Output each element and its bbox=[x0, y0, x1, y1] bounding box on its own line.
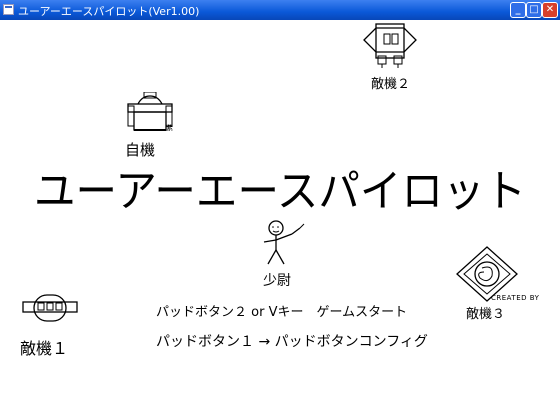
enemy1-sprite bbox=[22, 294, 78, 322]
window-title: ユーアーエースパイロット(Ver1.00) bbox=[18, 5, 200, 18]
game-title: ユーアーエースパイロット bbox=[34, 166, 526, 217]
close-icon: ✕ bbox=[545, 4, 555, 15]
minimize-button[interactable]: _ bbox=[510, 2, 526, 18]
close-button[interactable]: ✕ bbox=[542, 2, 558, 18]
svg-text:紫: 紫 bbox=[166, 124, 173, 132]
maximize-icon: □ bbox=[529, 4, 539, 15]
enemy3-label: 敵機３ bbox=[466, 307, 506, 322]
player-sprite: 紫 bbox=[127, 92, 173, 132]
enemy2-label: 敵機２ bbox=[371, 77, 411, 92]
instruction-start: パッドボタン２ or Vキー ゲームスタート bbox=[156, 305, 408, 320]
player-label: 自機 bbox=[125, 141, 156, 159]
credit-text: CREATED BY bbox=[491, 294, 540, 302]
pilot-label: 少尉 bbox=[263, 273, 291, 289]
app-icon bbox=[3, 4, 14, 15]
game-screen[interactable]: ユーアーエースパイロット 敵機２ 紫 自機 少尉 敵機３ 敵機１ パッドボタン２… bbox=[0, 20, 560, 420]
pilot-sprite bbox=[263, 220, 305, 265]
enemy1-label: 敵機１ bbox=[20, 339, 69, 358]
window-titlebar[interactable]: ユーアーエースパイロット(Ver1.00) _ □ ✕ bbox=[0, 0, 560, 20]
minimize-icon: _ bbox=[515, 4, 521, 15]
maximize-button[interactable]: □ bbox=[526, 2, 542, 18]
enemy2-sprite bbox=[363, 23, 417, 68]
instruction-config: パッドボタン１ → パッドボタンコンフィグ bbox=[156, 334, 428, 350]
